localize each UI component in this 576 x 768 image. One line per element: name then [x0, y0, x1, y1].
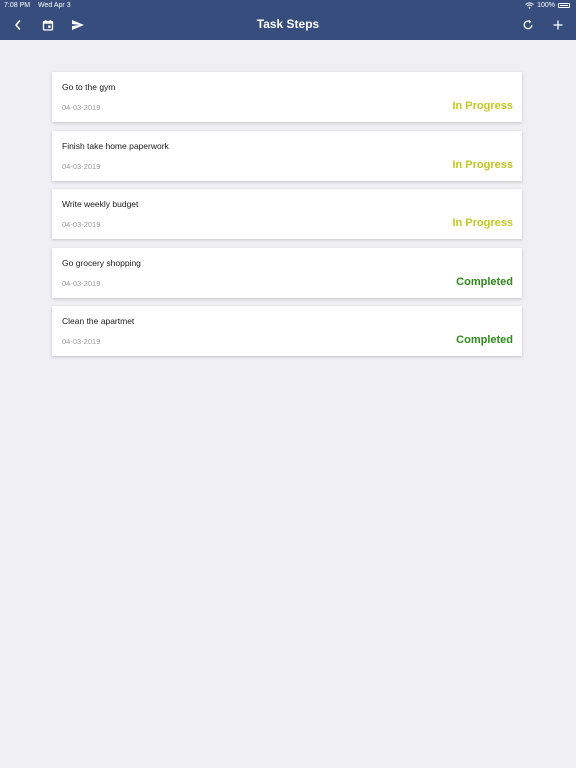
task-card[interactable]: Go grocery shopping 04-03-2019 Completed: [52, 247, 522, 298]
task-card[interactable]: Go to the gym 04-03-2019 In Progress: [52, 72, 522, 122]
task-title: Go to the gym: [62, 82, 116, 92]
task-card[interactable]: Finish take home paperwork 04-03-2019 In…: [52, 130, 522, 181]
refresh-icon: [523, 19, 533, 30]
wifi-icon: [525, 2, 534, 9]
task-title: Go grocery shopping: [62, 257, 141, 268]
task-title: Clean the apartmet: [62, 316, 135, 326]
task-card[interactable]: Write weekly budget 04-03-2019 In Progre…: [52, 189, 522, 239]
task-title: Write weekly budget: [62, 199, 139, 209]
task-date: 04-03-2019: [62, 103, 101, 112]
task-title: Finish take home paperwork: [62, 140, 169, 151]
status-right: 100%: [525, 2, 570, 9]
task-date: 04-03-2019: [62, 161, 101, 171]
status-time: 7:08 PM: [4, 2, 31, 9]
task-date: 04-03-2019: [62, 220, 101, 229]
task-card[interactable]: Clean the apartmet 04-03-2019 Completed: [52, 306, 522, 356]
nav-bar: Task Steps: [0, 12, 576, 38]
task-list: Go to the gym 04-03-2019 In Progress Fin…: [52, 72, 522, 365]
task-status: In Progress: [452, 217, 513, 229]
refresh-button[interactable]: [518, 15, 538, 35]
task-date: 04-03-2019: [62, 278, 101, 288]
plus-icon: [553, 20, 563, 30]
add-button[interactable]: [548, 15, 568, 35]
status-date: Wed Apr 3: [38, 2, 71, 9]
task-status: Completed: [456, 334, 513, 346]
task-status: In Progress: [452, 100, 513, 112]
page-title: Task Steps: [256, 17, 320, 31]
task-status: Completed: [456, 275, 513, 288]
task-status: In Progress: [452, 158, 513, 171]
status-bar: 7:08 PM Wed Apr 3 100%: [0, 0, 576, 11]
app-header: 7:08 PM Wed Apr 3 100% Task Steps: [0, 0, 576, 40]
task-date: 04-03-2019: [62, 337, 101, 346]
battery-percent: 100%: [537, 2, 555, 9]
status-left: 7:08 PM Wed Apr 3: [4, 2, 77, 9]
battery-icon: [558, 3, 570, 8]
